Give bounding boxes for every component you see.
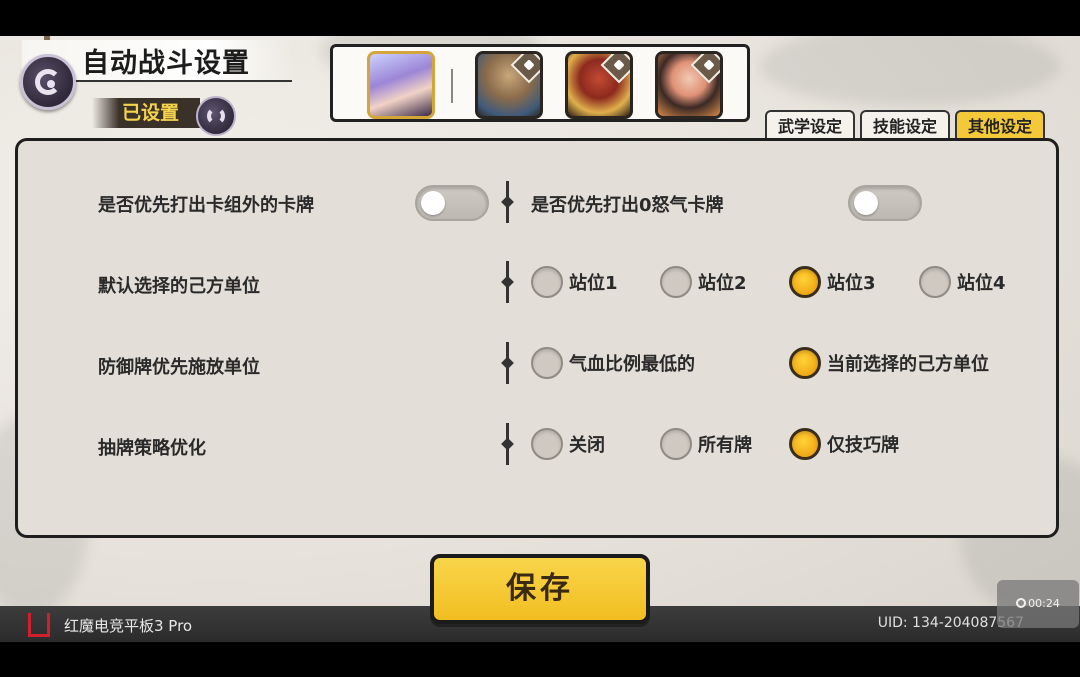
default-unit-label: 默认选择的己方单位 bbox=[98, 276, 260, 297]
settings-panel: 是否优先打出卡组外的卡牌 是否优先打出0怒气卡牌 默认选择的己方单位 站位1 站… bbox=[15, 138, 1059, 538]
back-icon-dot bbox=[47, 80, 55, 88]
prefer-outside-deck-label: 是否优先打出卡组外的卡牌 bbox=[98, 195, 314, 216]
row-divider bbox=[506, 342, 509, 384]
draw-strategy-label: 抽牌策略优化 bbox=[98, 438, 206, 459]
hero-portrait-2[interactable] bbox=[475, 51, 543, 119]
hero-portrait-4[interactable] bbox=[655, 51, 723, 119]
timer-text: 00:24 bbox=[1028, 597, 1060, 610]
hero-portrait-1[interactable] bbox=[367, 51, 435, 119]
hero-portrait-strip bbox=[330, 44, 750, 122]
potion-badge-icon bbox=[690, 54, 720, 84]
device-name: 红魔电竞平板3 Pro bbox=[64, 617, 193, 635]
row-divider bbox=[506, 261, 509, 303]
defense-priority-label: 防御牌优先施放单位 bbox=[98, 357, 260, 378]
game-screen: 自动战斗设置 已设置 武学设定 技能设定 其他设定 是否优先打出卡组外的卡牌 是… bbox=[0, 36, 1080, 642]
strip-divider bbox=[451, 69, 453, 103]
row-divider bbox=[506, 423, 509, 465]
sword-badge-icon bbox=[600, 54, 630, 84]
clock-icon bbox=[1016, 598, 1027, 608]
saved-status-badge: 已设置 bbox=[92, 98, 200, 128]
redmagic-logo-icon bbox=[28, 613, 50, 637]
save-button[interactable]: 保存 bbox=[430, 554, 650, 624]
page-title: 自动战斗设置 bbox=[82, 48, 250, 79]
trophy-badge-icon bbox=[510, 54, 540, 84]
row-divider bbox=[506, 181, 509, 223]
hero-portrait-3[interactable] bbox=[565, 51, 633, 119]
recording-timer[interactable]: 00:24 bbox=[997, 580, 1079, 628]
back-button[interactable] bbox=[20, 54, 76, 110]
refresh-icon[interactable] bbox=[196, 96, 236, 136]
prefer-zero-rage-label: 是否优先打出0怒气卡牌 bbox=[531, 195, 724, 216]
prefer-outside-deck-toggle[interactable] bbox=[415, 185, 489, 221]
prefer-zero-rage-toggle[interactable] bbox=[848, 185, 922, 221]
